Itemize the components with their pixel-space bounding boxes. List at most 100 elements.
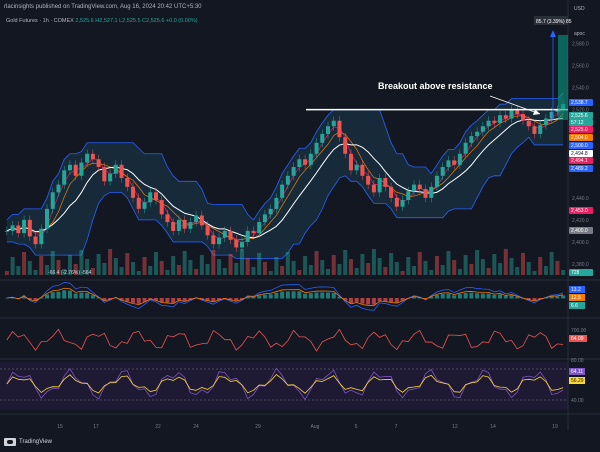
y-tick-label: 2,380.0 [572, 262, 589, 268]
macd-histogram-bar [440, 294, 445, 299]
macd-histogram-bar [348, 298, 353, 304]
y-tick-label: 2,440.0 [572, 196, 589, 202]
volume-bar [314, 251, 319, 275]
macd-histogram-bar [159, 298, 164, 303]
volume-bar [199, 255, 204, 275]
footer: TradingView [4, 438, 52, 446]
macd-histogram-bar [475, 293, 480, 299]
candle-body [211, 235, 216, 245]
candle-body [22, 219, 27, 234]
volume-bar [262, 262, 267, 275]
candle-body [222, 230, 227, 238]
candle-body [205, 225, 210, 236]
volume-bar [10, 257, 15, 275]
volume-bar [406, 257, 411, 275]
candle-body [475, 131, 480, 137]
volume-bar [280, 266, 285, 275]
volume-bar [440, 265, 445, 275]
volume-bar [492, 254, 497, 275]
macd-histogram-bar [45, 294, 50, 299]
x-tick-label: 22 [155, 424, 161, 430]
volume-bar [33, 270, 38, 275]
price-label: 2,453.0 [571, 208, 588, 214]
macd-histogram-bar [498, 294, 503, 299]
macd-histogram-bar [503, 295, 508, 299]
macd-histogram-bar [67, 290, 72, 299]
x-tick-label: 29 [255, 424, 261, 430]
y-tick-label: 2,560.0 [572, 64, 589, 70]
candle-body [268, 208, 273, 215]
volume-bar [4, 271, 9, 275]
volume-bar [337, 264, 342, 275]
volume-bar [331, 255, 336, 275]
volume-bar [39, 256, 44, 275]
volume-bar [274, 257, 279, 275]
candle-body [412, 184, 417, 192]
volume-bar [561, 270, 566, 275]
volume-bar [480, 259, 485, 275]
candle-body [67, 164, 72, 171]
measure-label: 85.7 (3.39%) 85 [536, 19, 572, 25]
volume-bar [131, 262, 136, 275]
volume-bar [188, 260, 193, 275]
volume-bar [268, 271, 273, 275]
macd-histogram-bar [434, 295, 439, 299]
candle-body [285, 175, 290, 185]
volume-bar [394, 262, 399, 275]
macd-histogram-bar [56, 291, 61, 299]
x-tick-label: 17 [93, 424, 99, 430]
volume-bar [555, 261, 560, 275]
momentum-axis-label: 700.00 [571, 328, 587, 334]
candle-body [303, 159, 308, 165]
macd-histogram-bar [320, 292, 325, 299]
volume-bar [90, 268, 95, 275]
volume-bar [171, 256, 176, 275]
candle-body [245, 230, 250, 242]
candle-body [108, 173, 113, 182]
indicator-panel-2 [0, 322, 568, 355]
volume-bar [343, 250, 348, 275]
candle-body [469, 136, 474, 143]
candle-body [188, 222, 193, 229]
macd-histogram-bar [331, 292, 336, 299]
macd-histogram-bar [326, 292, 331, 299]
price-label: 2,494.1 [571, 158, 588, 164]
candle-body [90, 153, 95, 160]
price-label: 2,494.8 [571, 151, 588, 157]
volume-bar [486, 268, 491, 275]
macd-histogram-bar [50, 292, 55, 299]
candle-body [16, 225, 21, 234]
macd-histogram-bar [383, 298, 388, 302]
volume-bar [498, 263, 503, 275]
candle-body [480, 126, 485, 132]
macd-histogram-bar [171, 298, 176, 303]
chart-canvas[interactable]: 2,380.02,400.02,420.02,440.02,480.02,500… [0, 0, 600, 452]
candle-body [171, 222, 176, 231]
volume-bar [549, 252, 554, 275]
candle-body [383, 178, 388, 187]
candle-body [136, 197, 141, 209]
candle-body [217, 237, 222, 245]
candle-body [389, 186, 394, 198]
candle-body [440, 166, 445, 176]
candle-body [446, 160, 451, 167]
candle-body [452, 160, 457, 165]
volume-bar [16, 266, 21, 275]
candle-body [96, 159, 101, 167]
candle-body [538, 125, 543, 134]
x-tick-label: 14 [490, 424, 496, 430]
volume-bar [417, 252, 422, 275]
candle-body [314, 142, 319, 154]
candle-body [297, 159, 302, 167]
volume-bar [142, 257, 147, 275]
volume-bar [429, 270, 434, 275]
volume-bar [520, 253, 525, 275]
macd-histogram-bar [285, 291, 290, 299]
candle-body [125, 178, 130, 187]
candle-body [434, 175, 439, 187]
candle-body [228, 230, 233, 240]
macd-histogram-bar [457, 294, 462, 299]
macd-histogram-bar [446, 293, 451, 299]
candle-body [343, 137, 348, 154]
macd-histogram-bar [280, 291, 285, 299]
